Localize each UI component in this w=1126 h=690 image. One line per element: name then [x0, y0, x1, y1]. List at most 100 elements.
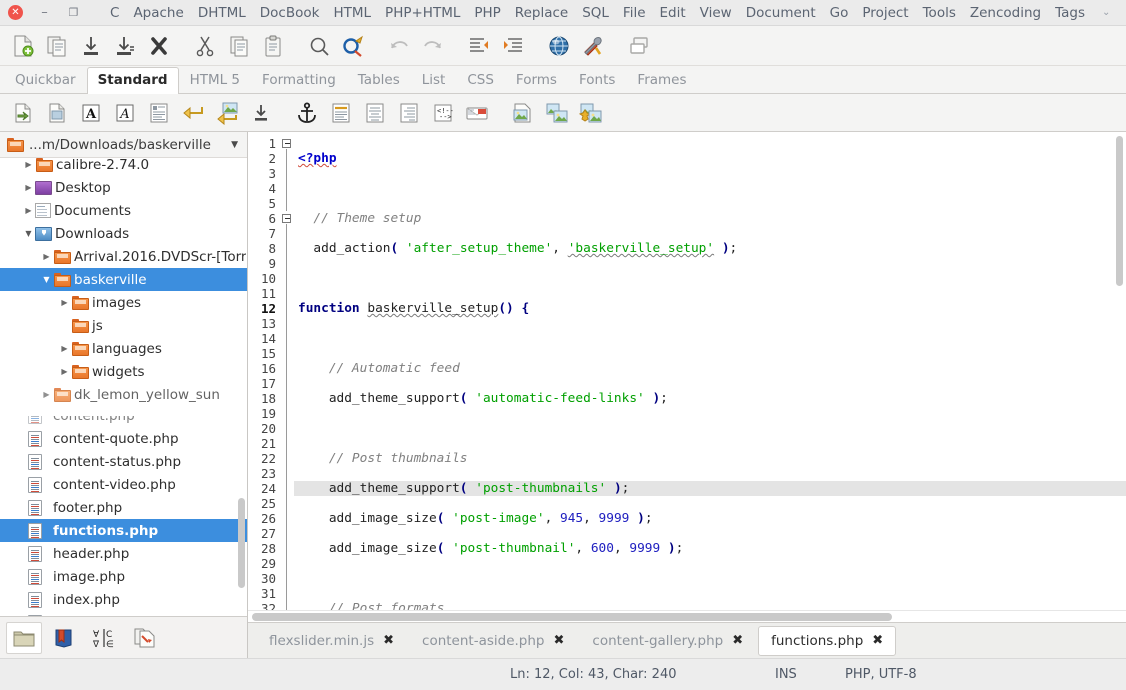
file-item-index[interactable]: index.php [0, 588, 247, 611]
menu-item-tools[interactable]: Tools [916, 2, 963, 24]
directory-tree[interactable]: ▶ calibre-2.74.0 ▶ Desktop ▶ Documents ▼… [0, 158, 247, 416]
anchor-icon[interactable] [290, 96, 324, 130]
tree-item-desktop[interactable]: ▶ Desktop [0, 176, 247, 199]
menu-item-zencoding[interactable]: Zencoding [963, 2, 1048, 24]
toolbar-tab-fonts[interactable]: Fonts [568, 67, 626, 93]
right-justify-icon[interactable] [392, 96, 426, 130]
menu-item-document[interactable]: Document [739, 2, 823, 24]
tree-item-images[interactable]: ▶ images [0, 291, 247, 314]
toolbar-tab-quickbar[interactable]: Quickbar [4, 67, 87, 93]
tree-item-documents[interactable]: ▶ Documents [0, 199, 247, 222]
bold-icon[interactable]: A [74, 96, 108, 130]
redo-icon[interactable] [416, 29, 450, 63]
menu-item-apache[interactable]: Apache [126, 2, 190, 24]
toolbar-tab-frames[interactable]: Frames [626, 67, 697, 93]
save-icon[interactable] [74, 29, 108, 63]
menu-item-php[interactable]: PHP [467, 2, 507, 24]
menu-item-docbook[interactable]: DocBook [253, 2, 327, 24]
chevron-right-icon[interactable]: ▶ [22, 160, 35, 169]
file-item-image[interactable]: image.php [0, 565, 247, 588]
fold-toggle-icon[interactable] [282, 139, 291, 148]
snippets-icon[interactable] [126, 622, 162, 654]
editor-vertical-scrollbar[interactable] [1116, 136, 1123, 286]
copy-file-icon[interactable] [40, 29, 74, 63]
tree-item-arrival[interactable]: ▶ Arrival.2016.DVDScr-[Torr [0, 245, 247, 268]
editor-horizontal-scrollbar[interactable] [248, 610, 1126, 622]
tree-item-calibre[interactable]: ▶ calibre-2.74.0 [0, 158, 247, 176]
toolbar-tab-forms[interactable]: Forms [505, 67, 568, 93]
break-icon[interactable] [176, 96, 210, 130]
chevron-right-icon[interactable]: ▶ [58, 344, 71, 353]
menu-item-tags[interactable]: Tags [1048, 2, 1092, 24]
email-icon[interactable] [460, 96, 494, 130]
close-icon[interactable]: ✖ [872, 633, 883, 648]
file-item-functions[interactable]: functions.php [0, 519, 247, 542]
cut-icon[interactable] [188, 29, 222, 63]
fullscreen-icon[interactable] [622, 29, 656, 63]
toolbar-tab-formatting[interactable]: Formatting [251, 67, 347, 93]
find-icon[interactable] [302, 29, 336, 63]
close-icon[interactable]: ✖ [383, 633, 394, 648]
menu-item-replace[interactable]: Replace [508, 2, 575, 24]
encoding-label[interactable]: PHP, UTF-8 [845, 667, 917, 682]
menu-item-project[interactable]: Project [855, 2, 915, 24]
chevron-down-icon[interactable]: ▼ [22, 229, 35, 238]
menu-item-html[interactable]: HTML [326, 2, 378, 24]
indent-icon[interactable] [496, 29, 530, 63]
doc-tab-content-aside[interactable]: content-aside.php ✖ [409, 626, 577, 656]
file-list-scrollbar[interactable] [238, 498, 245, 588]
menu-item-php-html[interactable]: PHP+HTML [378, 2, 467, 24]
chevron-right-icon[interactable]: ▶ [22, 183, 35, 192]
path-selector[interactable]: ...m/Downloads/baskerville ▼ [0, 132, 247, 158]
paragraph-icon[interactable] [142, 96, 176, 130]
menu-item-view[interactable]: View [693, 2, 739, 24]
chevron-right-icon[interactable]: ▶ [22, 206, 35, 215]
italic-icon[interactable]: A [108, 96, 142, 130]
chevron-down-icon[interactable]: ⌄ [1092, 4, 1117, 21]
tree-item-languages[interactable]: ▶ languages [0, 337, 247, 360]
menu-item-file[interactable]: File [616, 2, 653, 24]
close-icon[interactable]: ✖ [732, 633, 743, 648]
menu-item-dhtml[interactable]: DHTML [191, 2, 253, 24]
window-minimize-button[interactable]: – [37, 5, 52, 20]
new-file-icon[interactable] [6, 29, 40, 63]
chevron-right-icon[interactable]: ▶ [40, 390, 53, 399]
doc-tab-content-gallery[interactable]: content-gallery.php ✖ [579, 626, 756, 656]
file-item-footer[interactable]: footer.php [0, 496, 247, 519]
quickstart-icon[interactable] [6, 96, 40, 130]
chevron-down-icon[interactable]: ▼ [40, 275, 53, 284]
file-item-content-status[interactable]: content-status.php [0, 450, 247, 473]
file-item-license[interactable]: license.txt [0, 611, 247, 616]
doc-tab-flexslider[interactable]: flexslider.min.js ✖ [256, 626, 407, 656]
body-icon[interactable] [40, 96, 74, 130]
center-icon[interactable] [358, 96, 392, 130]
toolbar-tab-list[interactable]: List [411, 67, 457, 93]
undo-icon[interactable] [382, 29, 416, 63]
code-editor[interactable]: 1 2 3 4 5 6 7 8 9 10 11 12 13 14 15 16 1 [248, 132, 1126, 610]
menu-item-c[interactable]: C [103, 2, 126, 24]
character-map-icon[interactable]: ∀ C ∇ ∈ [86, 622, 122, 654]
multi-thumbnail-icon[interactable] [540, 96, 574, 130]
toolbar-tab-css[interactable]: CSS [456, 67, 505, 93]
tree-item-widgets[interactable]: ▶ widgets [0, 360, 247, 383]
tree-item-dk-lemon-yellow-sun[interactable]: ▶ dk_lemon_yellow_sun [0, 383, 247, 406]
close-icon[interactable]: ✖ [554, 633, 565, 648]
unindent-icon[interactable] [462, 29, 496, 63]
chevron-right-icon[interactable]: ▶ [58, 298, 71, 307]
menu-item-sql[interactable]: SQL [575, 2, 616, 24]
window-close-button[interactable]: ✕ [8, 5, 23, 20]
window-restore-button[interactable]: ❐ [66, 5, 81, 20]
doc-tab-functions[interactable]: functions.php ✖ [758, 625, 897, 656]
toolbar-tab-html5[interactable]: HTML 5 [179, 67, 251, 93]
non-breaking-space-icon[interactable] [244, 96, 278, 130]
insert-mode-label[interactable]: INS [775, 667, 797, 682]
chevron-right-icon[interactable]: ▶ [40, 252, 53, 261]
insert-image-icon[interactable] [506, 96, 540, 130]
code-text[interactable]: <?php // Theme setup add_action( 'after_… [294, 132, 1126, 610]
copy-icon[interactable] [222, 29, 256, 63]
fold-toggle-icon[interactable] [282, 214, 291, 223]
bookmarks-icon[interactable] [46, 622, 82, 654]
preferences-icon[interactable] [576, 29, 610, 63]
comment-icon[interactable]: <!-- --> [426, 96, 460, 130]
scrollbar-thumb[interactable] [252, 613, 892, 621]
